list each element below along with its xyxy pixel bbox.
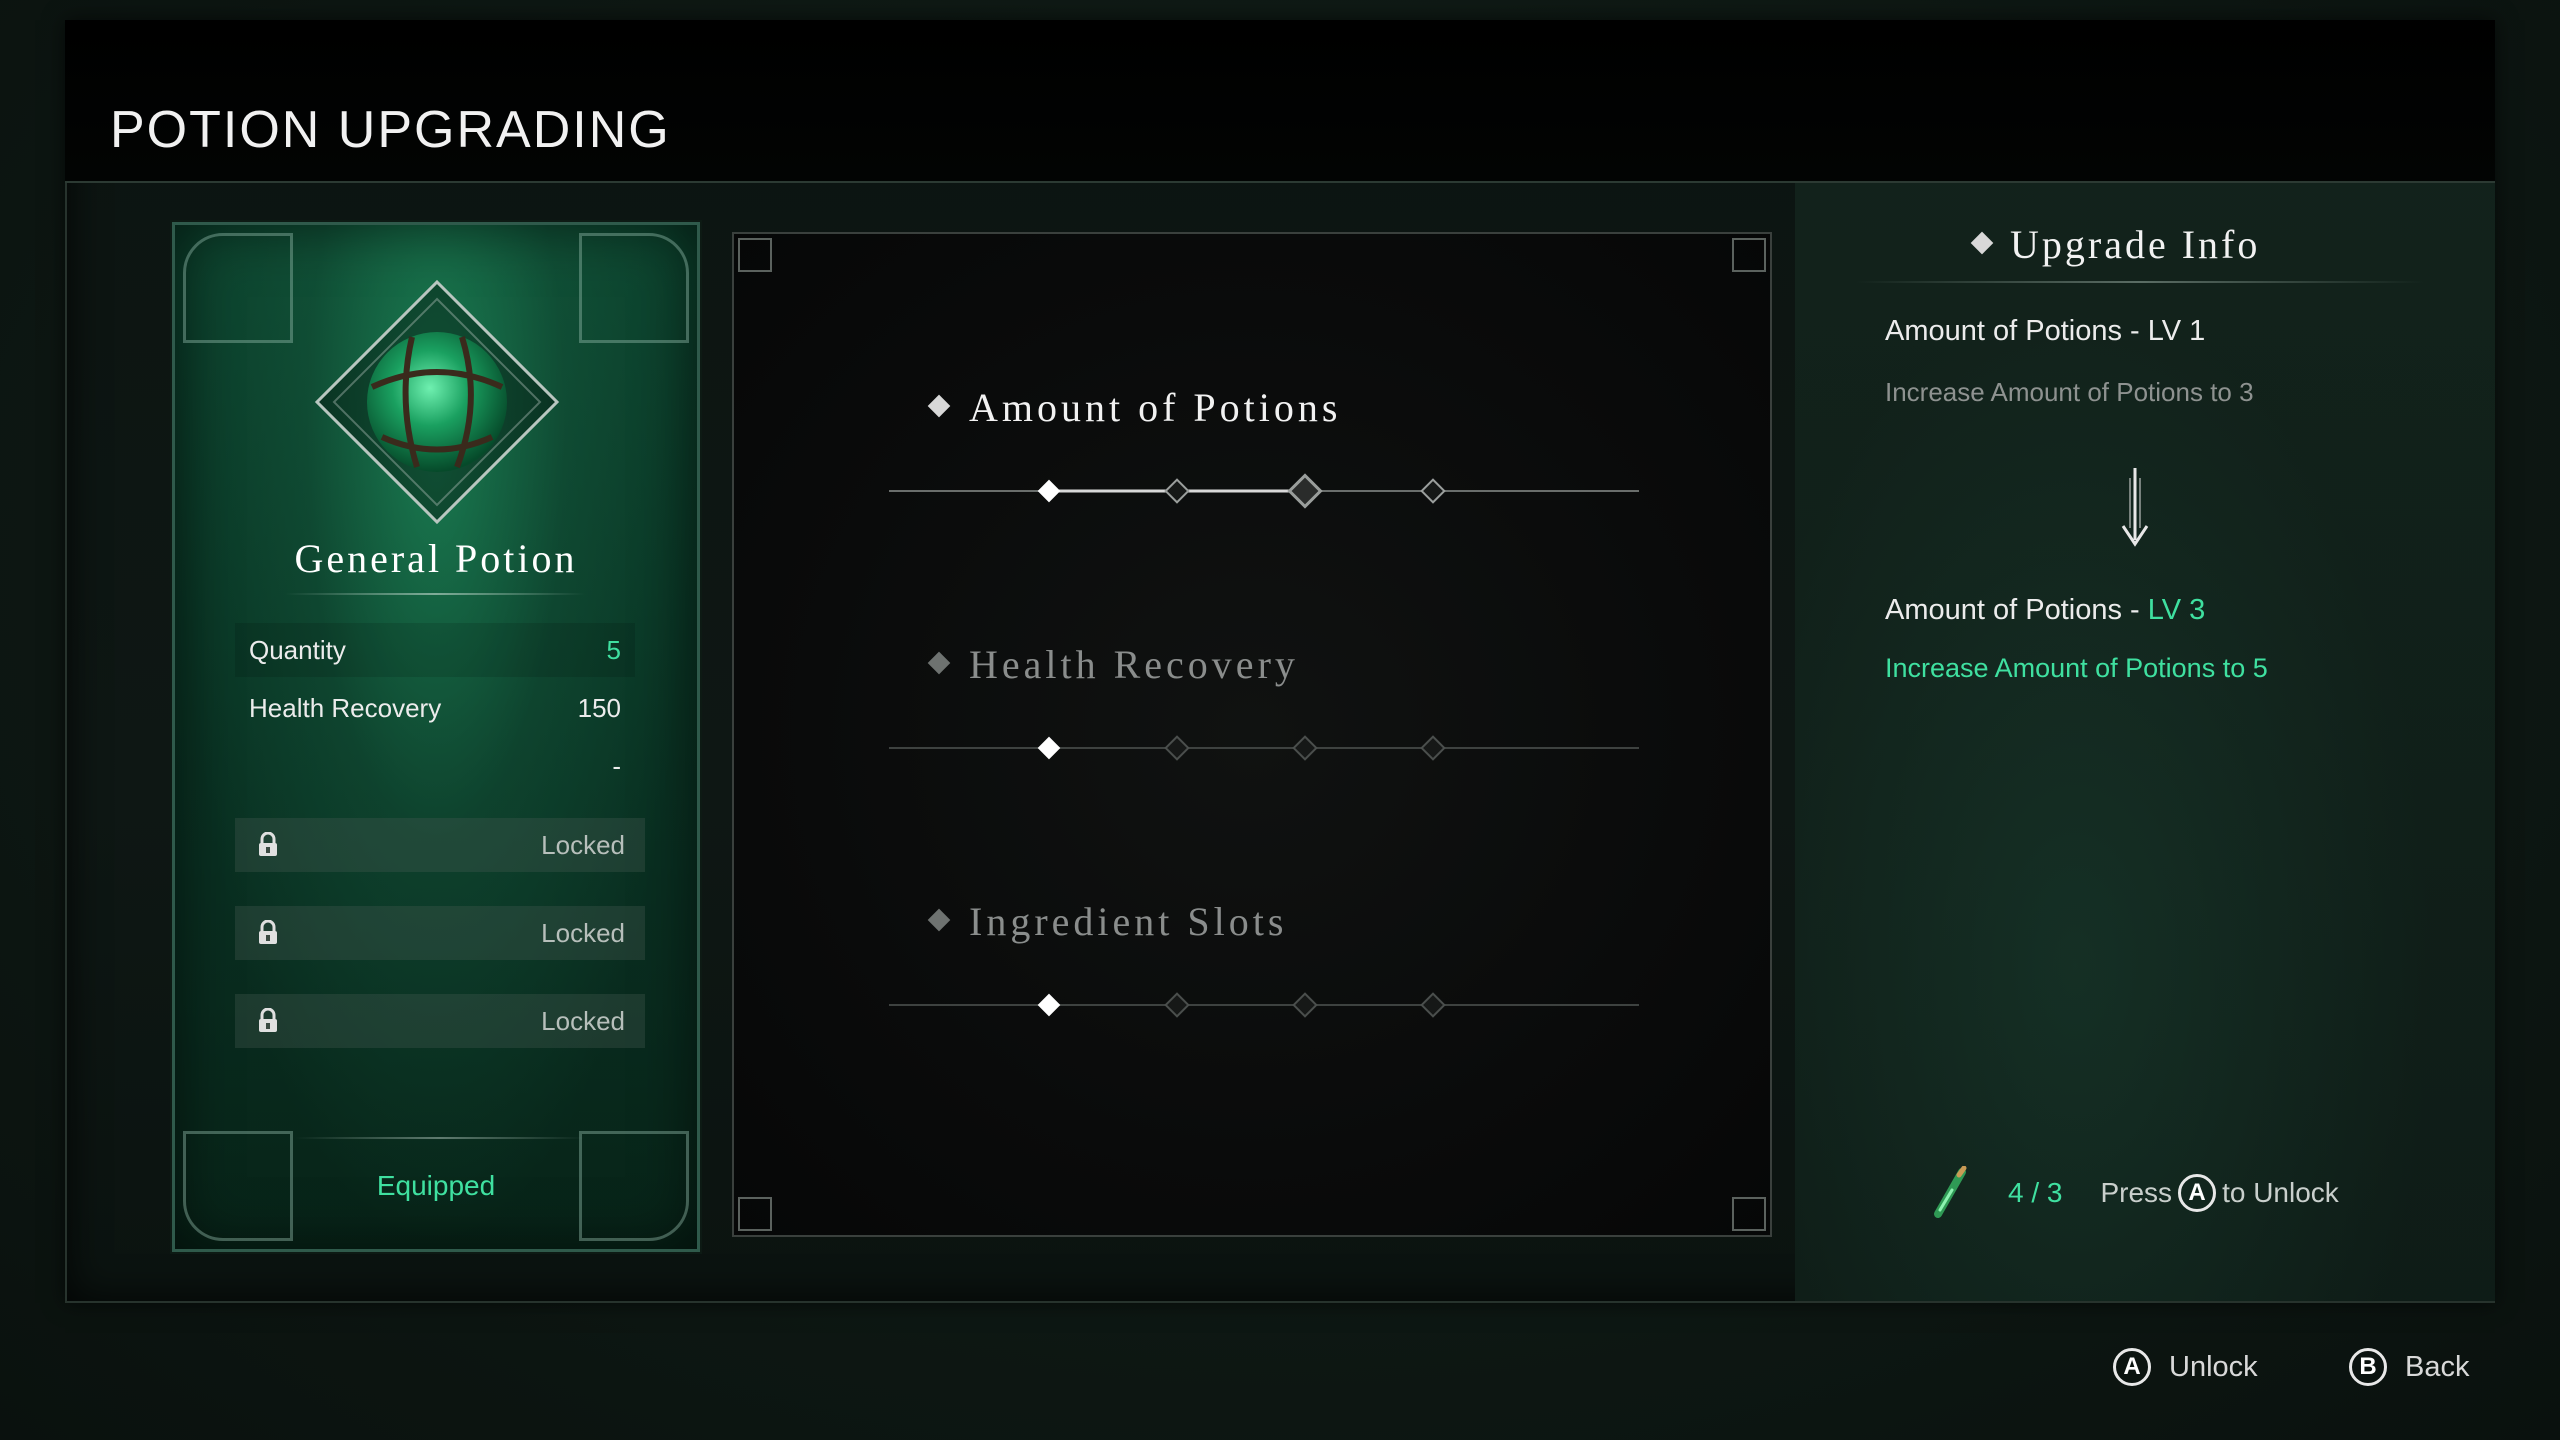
stat-label: Quantity — [249, 634, 346, 665]
lock-icon — [259, 1008, 277, 1032]
a-button-icon: A — [2178, 1174, 2217, 1212]
stat-row-quantity: Quantity 5 — [235, 623, 635, 677]
diamond-bullet-icon — [1970, 231, 1994, 255]
upgrade-row-ingredient-slots[interactable]: Ingredient Slots — [927, 898, 1288, 945]
upgrade-label: Health Recovery — [969, 642, 1299, 687]
upgrade-row-amount-of-potions[interactable]: Amount of Potions — [927, 384, 1342, 431]
next-level: LV 3 — [2147, 594, 2206, 626]
card-divider — [295, 1137, 585, 1139]
potion-orb-icon — [314, 279, 560, 525]
upgrade-info-title-text: Upgrade Info — [2010, 222, 2261, 267]
slot-status: Locked — [541, 829, 625, 860]
potion-card: General Potion Quantity 5 Health Recover… — [172, 222, 700, 1252]
ingredient-slot-2[interactable]: Locked — [235, 906, 645, 960]
card-ornament-top-left — [183, 233, 293, 343]
upgrade-label: Amount of Potions — [969, 385, 1342, 430]
panel-corner — [1732, 1197, 1766, 1231]
lock-icon — [259, 832, 277, 856]
next-upgrade-name: Amount of Potions - — [1885, 594, 2148, 626]
level-node — [1292, 735, 1318, 761]
info-divider — [1855, 281, 2425, 283]
page-title: POTION UPGRADING — [110, 101, 671, 159]
level-track — [889, 473, 1639, 509]
next-level-heading: Amount of Potions - LV 3 — [1885, 594, 2205, 627]
name-divider — [285, 593, 585, 595]
stat-row-empty: - — [235, 739, 635, 793]
upgrade-list-panel: Amount of Potions Health Recovery Ingredie… — [732, 232, 1772, 1237]
lock-icon — [259, 920, 277, 944]
stat-value: 5 — [606, 634, 621, 665]
b-button-icon: B — [2349, 1348, 2387, 1386]
panel-corner — [738, 238, 772, 272]
level-track — [889, 992, 1639, 1018]
level-node — [1292, 992, 1318, 1018]
level-node — [1287, 473, 1323, 509]
potion-name: General Potion — [294, 536, 578, 581]
back-button-label: Back — [2405, 1350, 2470, 1383]
stat-row-health-recovery: Health Recovery 150 — [235, 681, 635, 735]
stat-value: - — [612, 750, 621, 781]
ingredient-slot-3[interactable]: Locked — [235, 994, 645, 1048]
level-node — [1164, 992, 1190, 1018]
level-track — [889, 735, 1639, 761]
unlock-button-label: Unlock — [2169, 1350, 2258, 1383]
current-level-desc: Increase Amount of Potions to 3 — [1885, 377, 2254, 407]
upgrade-info-panel: Upgrade Info Amount of Potions - LV 1 In… — [1795, 183, 2495, 1301]
equipped-label: Equipped — [376, 1170, 496, 1201]
slot-status: Locked — [541, 917, 625, 948]
panel-corner — [1732, 238, 1766, 272]
back-button[interactable]: B Back — [2343, 1348, 2469, 1386]
level-node — [1164, 478, 1190, 504]
current-upgrade-name: Amount of Potions - — [1885, 315, 2148, 347]
upgrade-label: Ingredient Slots — [969, 899, 1288, 944]
slot-status: Locked — [541, 1005, 625, 1036]
level-node — [1037, 993, 1061, 1017]
panel-corner — [738, 1197, 772, 1231]
potion-vial-icon — [1934, 1166, 1967, 1218]
upgrade-info-title: Upgrade Info — [1970, 221, 2261, 268]
level-node — [1164, 735, 1190, 761]
press-label: Press — [2100, 1177, 2173, 1208]
ingredient-slot-1[interactable]: Locked — [235, 818, 645, 872]
unlock-cost-row: 4 / 3 Press A to Unlock — [1930, 1166, 2450, 1218]
next-level-desc: Increase Amount of Potions to 5 — [1885, 653, 2268, 683]
arrow-down-icon — [2121, 468, 2149, 547]
level-node — [1420, 478, 1446, 504]
stat-value: 150 — [577, 692, 621, 723]
diamond-bullet-icon — [927, 394, 951, 418]
upgrade-row-health-recovery[interactable]: Health Recovery — [927, 641, 1299, 688]
stat-label: Health Recovery — [249, 692, 442, 723]
a-button-icon: A — [2113, 1348, 2151, 1386]
card-ornament-top-right — [579, 233, 689, 343]
current-level-heading: Amount of Potions - LV 1 — [1885, 315, 2205, 348]
diamond-bullet-icon — [927, 651, 951, 675]
to-unlock-label: to Unlock — [2222, 1177, 2339, 1208]
level-node — [1420, 735, 1446, 761]
cost-count: 4 / 3 — [2008, 1177, 2063, 1208]
diamond-bullet-icon — [927, 908, 951, 932]
unlock-button[interactable]: A Unlock — [2107, 1348, 2258, 1386]
level-node — [1037, 479, 1061, 503]
current-level: LV 1 — [2147, 315, 2206, 347]
level-node — [1037, 736, 1061, 760]
level-node — [1420, 992, 1446, 1018]
